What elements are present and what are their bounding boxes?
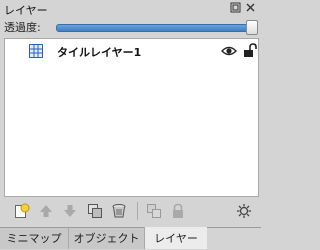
- delete-icon[interactable]: [111, 203, 127, 219]
- move-down-icon: [62, 203, 78, 219]
- panel-titlebar: レイヤー: [0, 0, 261, 17]
- layer-name: タイルレイヤー1: [57, 46, 142, 59]
- opacity-slider-thumb[interactable]: [246, 20, 258, 35]
- tab-minimap[interactable]: ミニマップ: [0, 227, 69, 249]
- unlock-icon[interactable]: [243, 43, 257, 58]
- lock-icon: [170, 203, 186, 219]
- layer-toolbar: [0, 198, 261, 226]
- tab-bar-filler: [207, 227, 261, 249]
- layer-list: タイルレイヤー1: [4, 38, 259, 197]
- toolbar-divider: [137, 202, 138, 220]
- move-up-icon: [38, 203, 54, 219]
- duplicate-icon[interactable]: [87, 203, 103, 219]
- tile-layer-grid-icon: [29, 44, 43, 58]
- panel-tabs: ミニマップ オブジェクト レイヤー: [0, 227, 261, 249]
- opacity-label: 透過度:: [4, 21, 41, 34]
- settings-icon[interactable]: [236, 203, 252, 219]
- opacity-slider-track[interactable]: [56, 24, 254, 32]
- merge-icon: [146, 203, 162, 219]
- restore-icon[interactable]: [230, 2, 241, 13]
- layer-row[interactable]: タイルレイヤー1: [5, 39, 258, 63]
- opacity-row: 透過度:: [0, 17, 261, 35]
- eye-icon[interactable]: [221, 45, 237, 57]
- close-icon[interactable]: [245, 2, 256, 13]
- tab-layers[interactable]: レイヤー: [145, 227, 207, 249]
- new-layer-icon[interactable]: [14, 203, 30, 219]
- panel-title: レイヤー: [4, 4, 48, 17]
- tab-objects[interactable]: オブジェクト: [69, 227, 145, 249]
